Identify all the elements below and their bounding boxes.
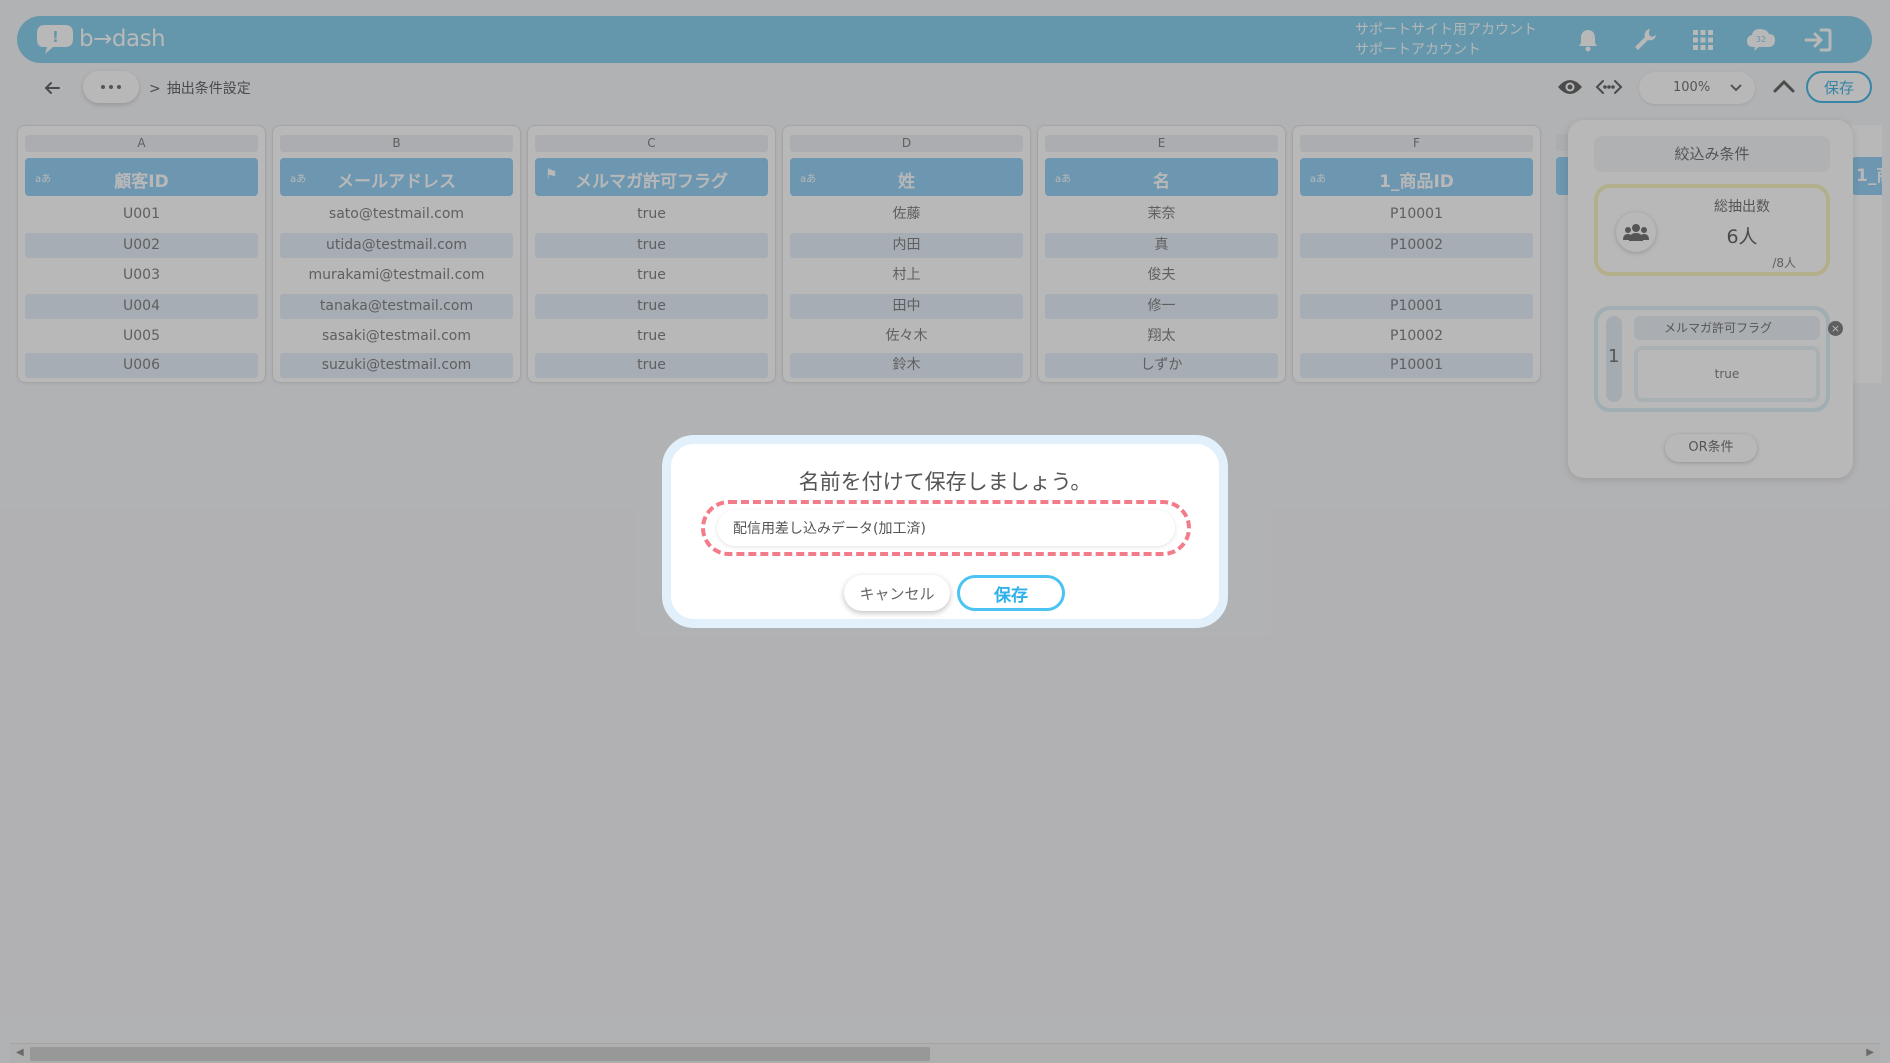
save-name-dialog: 名前を付けて保存しましょう。 キャンセル 保存 [662, 435, 1228, 628]
save-button[interactable]: 保存 [957, 575, 1065, 611]
input-highlight [701, 500, 1191, 556]
save-name-input[interactable] [717, 510, 1175, 546]
cancel-button[interactable]: キャンセル [844, 575, 950, 611]
dialog-title: 名前を付けて保存しましょう。 [798, 470, 1092, 494]
